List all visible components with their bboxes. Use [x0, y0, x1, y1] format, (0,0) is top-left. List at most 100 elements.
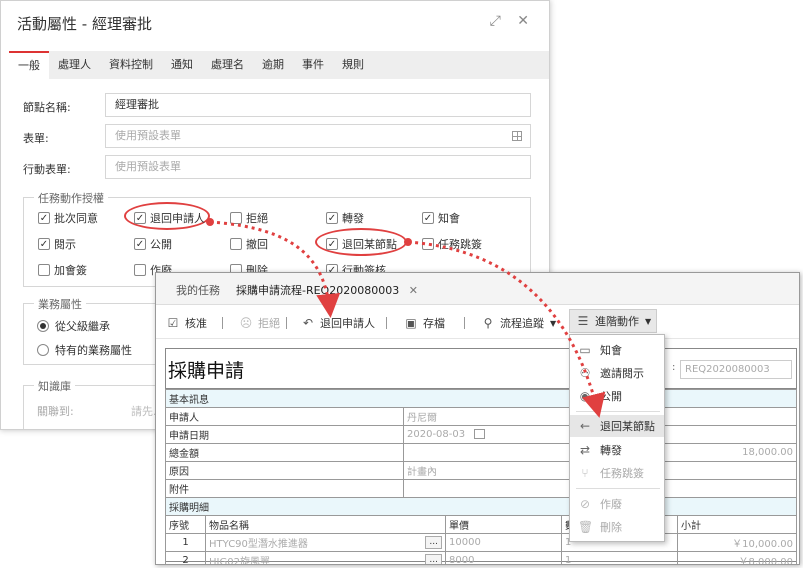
- form-select-input[interactable]: 使用預設表單: [105, 124, 531, 148]
- checkbox-task-action[interactable]: ✓ 公開: [134, 236, 172, 252]
- radio-specific[interactable]: 特有的業務屬性: [37, 342, 132, 358]
- checkbox-checked-icon[interactable]: ✓: [422, 212, 434, 224]
- dialog-window-controls[interactable]: ⤢ ✕: [490, 13, 535, 29]
- checkbox-empty-icon[interactable]: [422, 238, 434, 250]
- mobile-form-input[interactable]: 使用預設表單: [105, 155, 531, 179]
- request-number-field[interactable]: REQ2020080003: [680, 360, 792, 379]
- checkbox-task-action[interactable]: ✓ 閱示: [38, 236, 76, 252]
- form-placeholder: 使用預設表單: [115, 129, 181, 142]
- checkbox-task-action[interactable]: ✓ 退回某節點: [326, 236, 397, 252]
- tab-handler-name[interactable]: 處理名: [202, 51, 253, 79]
- checkbox-task-action[interactable]: 撤回: [230, 236, 268, 252]
- reason-label: 原因: [165, 461, 404, 480]
- checkbox-task-action[interactable]: 拒絕: [230, 210, 268, 226]
- approve-label: 核准: [185, 317, 207, 330]
- check-square-icon: ☑: [167, 316, 179, 330]
- dialog-tab-bar: 一般 處理人 資料控制 通知 處理名 逾期 事件 規則: [9, 51, 549, 79]
- tab-rules[interactable]: 規則: [333, 51, 373, 79]
- checkbox-checked-icon[interactable]: ✓: [326, 238, 338, 250]
- menu-lines-icon: ☰: [577, 314, 589, 328]
- checkbox-label: 撤回: [246, 238, 268, 251]
- checkbox-checked-icon[interactable]: ✓: [38, 212, 50, 224]
- trash-icon: 🗑: [578, 520, 594, 534]
- eye-icon: ◉: [579, 389, 591, 403]
- menu-item-void[interactable]: ⊘ 作廢: [570, 493, 664, 515]
- row-qty[interactable]: 1: [561, 551, 678, 564]
- item-picker-button[interactable]: ...: [425, 554, 442, 564]
- menu-item-return-node[interactable]: ← 退回某節點: [570, 415, 664, 437]
- checkbox-label: 知會: [438, 212, 460, 225]
- swap-icon: ⇄: [579, 443, 591, 457]
- row-no: 2: [165, 551, 206, 564]
- checkbox-checked-icon[interactable]: ✓: [38, 238, 50, 250]
- total-label: 總金額: [165, 443, 404, 462]
- checkbox-task-action[interactable]: ✓ 轉發: [326, 210, 364, 226]
- menu-item-public[interactable]: ◉ 公開: [570, 385, 664, 407]
- row-item-cell[interactable]: HJG02旋風翼 ...: [205, 551, 446, 564]
- checkbox-task-action[interactable]: 任務跳簽: [422, 236, 482, 252]
- arrow-left-icon: ←: [579, 419, 591, 433]
- checkbox-task-action[interactable]: ✓ 知會: [422, 210, 460, 226]
- business-props-legend: 業務屬性: [34, 296, 86, 312]
- grid-icon[interactable]: [512, 131, 522, 141]
- row-price[interactable]: 10000: [445, 533, 562, 552]
- basic-info-table: 基本訊息 申請人 丹尼爾 申請日期 2020-08-03 總金額 18,000.…: [165, 389, 797, 516]
- ban-icon: ⊘: [579, 497, 591, 511]
- checkbox-empty-icon[interactable]: [38, 264, 50, 276]
- row-item-cell[interactable]: HTYC90型潛水推進器 ...: [205, 533, 446, 552]
- attachment-label: 附件: [165, 479, 404, 498]
- tab-my-tasks[interactable]: 我的任務: [176, 282, 220, 298]
- tab-events[interactable]: 事件: [293, 51, 333, 79]
- reject-button[interactable]: ☹ 拒絕: [239, 315, 280, 331]
- menu-item-invite-review[interactable]: ⚇ 邀請閱示: [570, 362, 664, 384]
- tab-data-control[interactable]: 資料控制: [100, 51, 162, 79]
- menu-item-notify[interactable]: ▭ 知會: [570, 339, 664, 361]
- item-picker-button[interactable]: ...: [425, 536, 442, 549]
- row-price[interactable]: 8000: [445, 551, 562, 564]
- flow-trace-label: 流程追蹤: [500, 317, 544, 330]
- checkbox-task-action[interactable]: ✓ 退回申請人: [134, 210, 205, 226]
- apply-date-value: 2020-08-03: [407, 429, 466, 440]
- task-actions-legend: 任務動作授權: [34, 190, 108, 206]
- radio-inherit[interactable]: 從父級繼承: [37, 318, 110, 334]
- radio-inherit-dot[interactable]: [37, 320, 49, 332]
- checkbox-task-action[interactable]: 加會簽: [38, 262, 87, 278]
- node-name-input[interactable]: 經理審批: [105, 93, 531, 117]
- advanced-actions-menu: ▭ 知會 ⚇ 邀請閱示 ◉ 公開 ← 退回某節點 ⇄ 轉發 ⑂ 任務跳簽 ⊘ 作廢 🗑 刪除: [569, 334, 665, 542]
- return-applicant-button[interactable]: ↶ 退回申請人: [301, 315, 375, 331]
- checkbox-empty-icon[interactable]: [230, 238, 242, 250]
- tab-overdue[interactable]: 逾期: [253, 51, 293, 79]
- calendar-icon[interactable]: [474, 429, 486, 439]
- close-icon[interactable]: ✕: [409, 284, 418, 297]
- checkbox-checked-icon[interactable]: ✓: [134, 212, 146, 224]
- tab-notify[interactable]: 通知: [162, 51, 202, 79]
- tab-handler[interactable]: 處理人: [49, 51, 100, 79]
- menu-item-label: 刪除: [600, 521, 622, 534]
- tab-general[interactable]: 一般: [9, 51, 49, 79]
- radio-specific-dot[interactable]: [37, 344, 49, 356]
- checkbox-empty-icon[interactable]: [134, 264, 146, 276]
- flow-trace-button[interactable]: ⚲ 流程追蹤 ▼: [481, 315, 557, 331]
- menu-item-skip-sign[interactable]: ⑂ 任務跳簽: [570, 462, 664, 484]
- save-button[interactable]: ▣ 存檔: [404, 315, 445, 331]
- checkbox-task-action[interactable]: ✓ 批次同意: [38, 210, 98, 226]
- checkbox-label: 批次同意: [54, 212, 98, 225]
- advanced-actions-button[interactable]: ☰ 進階動作 ▼: [569, 309, 657, 333]
- checkbox-checked-icon[interactable]: ✓: [326, 212, 338, 224]
- approve-button[interactable]: ☑ 核准: [166, 315, 207, 331]
- col-price-header: 單價: [445, 515, 562, 534]
- menu-item-delete[interactable]: 🗑 刪除: [570, 516, 664, 538]
- menu-item-label: 公開: [600, 390, 622, 403]
- checkbox-checked-icon[interactable]: ✓: [134, 238, 146, 250]
- return-applicant-label: 退回申請人: [320, 317, 375, 330]
- section-basic-info: 基本訊息: [165, 389, 797, 408]
- window-tab-bar: 我的任務 採購申請流程-REQ2020080003 ✕: [156, 273, 799, 305]
- toolbar-divider: [386, 317, 387, 329]
- checkbox-empty-icon[interactable]: [230, 212, 242, 224]
- form-label: 表單:: [23, 132, 49, 145]
- checkbox-label: 退回申請人: [150, 212, 205, 225]
- table-row: 2 HJG02旋風翼 ... 8000 1 ￥8,000.00: [165, 551, 797, 564]
- menu-item-forward[interactable]: ⇄ 轉發: [570, 439, 664, 461]
- tab-purchase-flow[interactable]: 採購申請流程-REQ2020080003 ✕: [236, 282, 418, 298]
- menu-item-label: 作廢: [600, 498, 622, 511]
